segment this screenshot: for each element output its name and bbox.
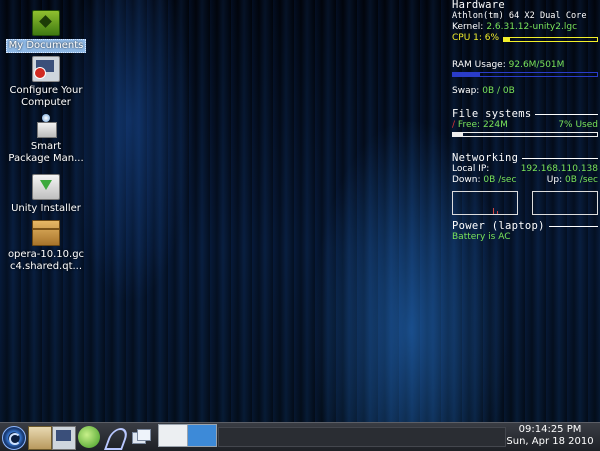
section-title: Power (laptop) xyxy=(452,220,545,232)
desktop-icon-label: My Documents xyxy=(5,39,87,53)
section-title: Networking xyxy=(452,152,519,164)
desktop-icon-label: Configure Your Computer xyxy=(9,85,83,108)
power-section: Power (laptop) Battery is AC xyxy=(452,221,598,243)
task-list[interactable] xyxy=(218,427,506,447)
workspace-2[interactable] xyxy=(187,424,217,447)
computer-config-icon xyxy=(32,56,60,82)
fs-free-value: 224M xyxy=(482,120,508,130)
upload-graph xyxy=(532,191,598,215)
desktop-icon-my-documents[interactable]: My Documents xyxy=(4,10,88,53)
desktop[interactable]: My Documents Configure Your Computer Smar… xyxy=(0,0,600,422)
ram-label: RAM Usage: xyxy=(452,60,506,70)
cpu-usage-bar xyxy=(503,36,598,42)
computer-config-icon[interactable] xyxy=(52,426,76,450)
cpu-usage-label: CPU 1: 6% xyxy=(452,33,500,43)
desktop-icon-smart-package-manager[interactable]: Smart Package Man... xyxy=(4,114,88,165)
download-graph xyxy=(452,191,518,215)
up-unit: /sec xyxy=(579,175,598,185)
show-desktop-icon[interactable] xyxy=(130,426,152,448)
green-folder-icon xyxy=(32,10,60,36)
cpu-model: Athlon(tm) 64 X2 Dual Core xyxy=(452,11,587,21)
desktop-icon-unity-installer[interactable]: Unity Installer xyxy=(4,174,88,215)
file-manager-icon[interactable] xyxy=(28,426,52,450)
desktop-icon-opera-package[interactable]: opera-10.10.gc c4.shared.qt... xyxy=(4,220,88,273)
down-unit: /sec xyxy=(498,175,517,185)
clock[interactable]: 09:14:25 PM Sun, Apr 18 2010 xyxy=(504,424,596,448)
up-value: 0B xyxy=(565,175,577,185)
start-menu-icon[interactable] xyxy=(2,426,26,450)
unity-logo-icon[interactable] xyxy=(104,426,126,448)
fs-root: / xyxy=(452,120,456,130)
system-monitor-panel: Hardware Athlon(tm) 64 X2 Dual Core Kern… xyxy=(452,0,598,243)
clock-date: Sun, Apr 18 2010 xyxy=(506,436,594,447)
section-title: Hardware xyxy=(452,0,505,11)
ram-usage-bar xyxy=(452,72,598,77)
power-status: Battery is AC xyxy=(452,232,511,242)
memory-section: RAM Usage: 92.6M/501M Swap: 0B / 0B xyxy=(452,60,598,97)
up-label: Up: xyxy=(546,175,563,185)
swap-total: / 0B xyxy=(497,86,515,96)
local-ip-label: Local IP: xyxy=(452,164,490,174)
package-box-icon xyxy=(32,220,60,246)
kernel-label: Kernel: xyxy=(452,22,484,32)
desktop-icon-configure-computer[interactable]: Configure Your Computer xyxy=(4,56,88,109)
networking-section: Networking Local IP: 192.168.110.138 Dow… xyxy=(452,153,598,215)
installer-icon xyxy=(32,174,60,200)
ram-value: 92.6M/501M xyxy=(508,60,565,70)
web-browser-icon[interactable] xyxy=(78,426,100,448)
fs-used: 7% Used xyxy=(558,120,598,130)
workspace-1[interactable] xyxy=(158,424,188,447)
fs-free-label: Free: xyxy=(457,120,481,130)
local-ip-value: 192.168.110.138 xyxy=(520,164,598,174)
swap-value: 0B xyxy=(482,86,495,96)
filesystems-section: File systems / Free: 224M 7% Used xyxy=(452,109,598,137)
desktop-icon-label: Smart Package Man... xyxy=(8,141,84,164)
desktop-icon-label: opera-10.10.gc c4.shared.qt... xyxy=(7,249,85,272)
swap-label: Swap: xyxy=(452,86,480,96)
down-label: Down: xyxy=(452,175,481,185)
package-manager-icon xyxy=(33,114,59,138)
hardware-section: Hardware Athlon(tm) 64 X2 Dual Core Kern… xyxy=(452,0,598,44)
clock-time: 09:14:25 PM xyxy=(518,424,582,435)
fs-usage-bar xyxy=(452,132,598,137)
desktop-icon-label: Unity Installer xyxy=(11,203,81,214)
kernel-value: 2.6.31.12-unity2.lgc xyxy=(486,22,578,32)
section-title: File systems xyxy=(452,108,532,120)
down-value: 0B xyxy=(483,175,496,185)
